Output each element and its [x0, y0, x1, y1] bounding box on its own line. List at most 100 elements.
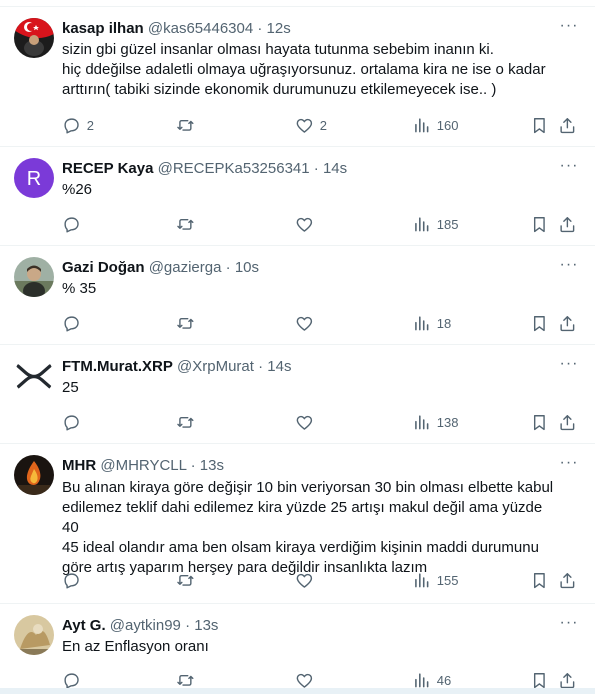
retweet-button[interactable]: [176, 412, 201, 432]
reply-button[interactable]: [62, 412, 87, 432]
bookmark-button[interactable]: [530, 214, 549, 234]
xrp-logo-icon: [14, 356, 54, 396]
retweet-button[interactable]: [176, 313, 201, 333]
heart-icon: [296, 573, 313, 588]
photo-avatar-2-icon: [14, 615, 54, 655]
avatar[interactable]: [14, 18, 54, 58]
share-button[interactable]: [558, 214, 577, 234]
like-button[interactable]: [295, 412, 320, 432]
views-button[interactable]: 46: [412, 670, 451, 690]
display-name[interactable]: FTM.Murat.XRP: [62, 358, 173, 375]
analytics-icon: [415, 414, 429, 430]
share-button[interactable]: [558, 313, 577, 333]
display-name[interactable]: Ayt G.: [62, 617, 106, 634]
display-name[interactable]: Gazi Doğan: [62, 259, 145, 276]
display-name[interactable]: kasap ilhan: [62, 20, 144, 37]
retweet-button[interactable]: [176, 214, 201, 234]
tweet-header: Gazi Doğan @gazierga · 10s: [62, 258, 555, 278]
reply-button[interactable]: [62, 670, 87, 690]
user-handle[interactable]: @MHRYCLL: [100, 457, 186, 474]
bookmark-button[interactable]: [530, 670, 549, 690]
reply-button[interactable]: [62, 570, 87, 590]
display-name[interactable]: RECEP Kaya: [62, 160, 153, 177]
reply-button[interactable]: 2: [62, 115, 94, 135]
more-options-icon[interactable]: ···: [559, 455, 579, 476]
like-button[interactable]: 2: [295, 115, 327, 135]
retweet-icon: [177, 119, 194, 131]
tweet[interactable]: MHR @MHRYCLL · 13s ··· Bu alınan kiraya …: [0, 444, 595, 604]
timestamp[interactable]: 13s: [200, 457, 224, 474]
tweet[interactable]: Ayt G. @aytkin99 · 13s ··· En az Enflasy…: [0, 604, 595, 690]
views-button[interactable]: 18: [412, 313, 451, 333]
tweet[interactable]: kasap ilhan @kas65446304 · 12s ··· sizin…: [0, 7, 595, 147]
more-options-icon[interactable]: ···: [559, 18, 579, 39]
avatar[interactable]: [14, 615, 54, 655]
like-button[interactable]: [295, 313, 320, 333]
views-button[interactable]: 155: [412, 570, 458, 590]
tweet[interactable]: Gazi Doğan @gazierga · 10s ··· % 35 18: [0, 246, 595, 345]
retweet-icon: [177, 416, 194, 428]
timestamp[interactable]: 13s: [194, 617, 218, 634]
timestamp[interactable]: 14s: [267, 358, 291, 375]
retweet-button[interactable]: [176, 570, 201, 590]
avatar[interactable]: [14, 356, 54, 396]
bottom-strip: [0, 688, 595, 694]
like-button[interactable]: [295, 214, 320, 234]
more-options-icon[interactable]: ···: [559, 615, 579, 636]
bookmark-button[interactable]: [530, 115, 549, 135]
share-button[interactable]: [558, 570, 577, 590]
avatar[interactable]: [14, 455, 54, 495]
retweet-button[interactable]: [176, 115, 201, 135]
tweet[interactable]: R RECEP Kaya @RECEPKa53256341 · 14s ··· …: [0, 147, 595, 246]
bookmark-icon: [533, 572, 545, 588]
avatar[interactable]: R: [14, 158, 54, 198]
share-icon: [560, 216, 575, 232]
share-button[interactable]: [558, 412, 577, 432]
display-name[interactable]: MHR: [62, 457, 96, 474]
tweet-header: Ayt G. @aytkin99 · 13s: [62, 616, 555, 636]
share-icon: [560, 572, 575, 588]
more-options-icon[interactable]: ···: [559, 356, 579, 377]
reply-button[interactable]: [62, 313, 87, 333]
views-button[interactable]: 160: [412, 115, 458, 135]
tweet-text: sizin gbi güzel insanlar olması hayata t…: [62, 41, 546, 98]
share-button[interactable]: [558, 670, 577, 690]
reply-icon: [64, 415, 79, 431]
bookmark-button[interactable]: [530, 313, 549, 333]
bookmark-button[interactable]: [530, 412, 549, 432]
separator-dot: ·: [225, 259, 231, 276]
timestamp[interactable]: 12s: [267, 20, 291, 37]
more-options-icon[interactable]: ···: [559, 158, 579, 179]
view-count: 185: [436, 216, 459, 232]
share-icon: [560, 315, 575, 331]
user-handle[interactable]: @aytkin99: [110, 617, 181, 634]
user-handle[interactable]: @gazierga: [149, 259, 222, 276]
retweet-icon: [177, 674, 194, 686]
tweet-text: %26: [62, 181, 93, 198]
views-button[interactable]: 138: [412, 412, 458, 432]
bookmark-button[interactable]: [530, 570, 549, 590]
tweet-text: % 35: [62, 280, 97, 297]
tweet[interactable]: FTM.Murat.XRP @XrpMurat · 14s ··· 25 138: [0, 345, 595, 444]
like-button[interactable]: [295, 570, 320, 590]
user-handle[interactable]: @kas65446304: [148, 20, 253, 37]
share-button[interactable]: [558, 115, 577, 135]
more-options-icon[interactable]: ···: [559, 257, 579, 278]
reply-button[interactable]: [62, 214, 87, 234]
user-handle[interactable]: @XrpMurat: [177, 358, 254, 375]
retweet-icon: [177, 218, 194, 230]
action-bar: 18: [62, 313, 582, 333]
heart-icon: [296, 217, 313, 232]
user-handle[interactable]: @RECEPKa53256341: [158, 160, 310, 177]
retweet-icon: [177, 317, 194, 329]
action-bar: 185: [62, 214, 582, 234]
reply-icon: [64, 673, 79, 689]
timestamp[interactable]: 10s: [235, 259, 259, 276]
like-button[interactable]: [295, 670, 320, 690]
timestamp[interactable]: 14s: [323, 160, 347, 177]
reply-count: 2: [86, 117, 94, 133]
avatar[interactable]: [14, 257, 54, 297]
retweet-button[interactable]: [176, 670, 201, 690]
view-count: 155: [436, 572, 459, 588]
views-button[interactable]: 185: [412, 214, 458, 234]
